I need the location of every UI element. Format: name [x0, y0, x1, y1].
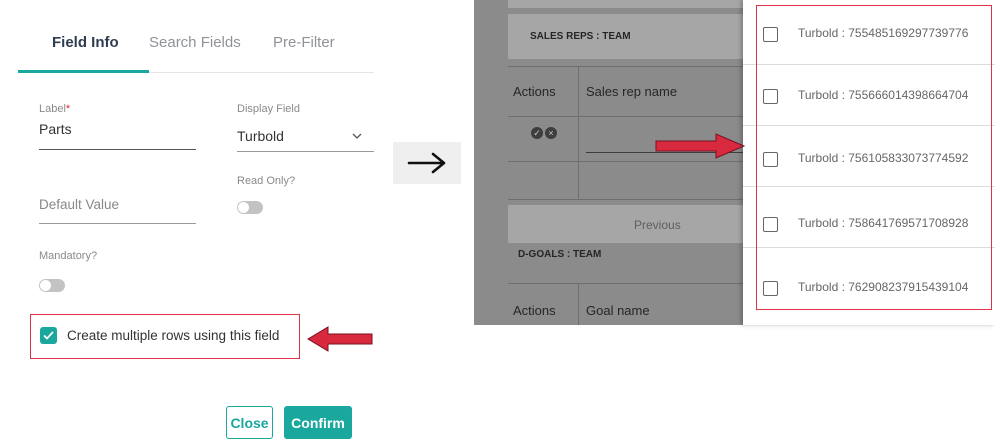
label-field-label: Label* [39, 103, 71, 115]
tab-pre-filter[interactable]: Pre-Filter [273, 34, 335, 51]
previous-button[interactable] [508, 205, 746, 243]
mandatory-toggle[interactable] [39, 279, 65, 292]
check-icon [43, 331, 54, 340]
x-circle-icon[interactable]: × [545, 127, 557, 139]
background-table: SALES REPS : TEAM Actions Sales rep name… [474, 0, 746, 325]
multi-rows-highlight: Create multiple rows using this field [30, 314, 300, 359]
previous-label: Previous [634, 218, 681, 232]
dialog-tabs: Field Info Search Fields Pre-Filter [18, 0, 374, 73]
table-top-strip [508, 0, 746, 8]
label-field-input[interactable]: Parts [39, 121, 72, 137]
divider [508, 161, 746, 162]
read-only-toggle[interactable] [237, 201, 263, 214]
red-arrow-icon [655, 133, 746, 159]
default-value-input[interactable]: Default Value [39, 197, 119, 212]
actions-header-2: Actions [513, 303, 556, 318]
divider [508, 116, 746, 117]
actions-header: Actions [513, 84, 556, 99]
display-field-underline [237, 151, 374, 152]
field-settings-dialog: Field Info Search Fields Pre-Filter Labe… [0, 0, 392, 440]
divider [508, 66, 746, 67]
section2-title: D-GOALS : TEAM [518, 249, 602, 260]
tab-field-info[interactable]: Field Info [52, 34, 119, 51]
divider [508, 199, 746, 200]
sales-rep-name-header: Sales rep name [586, 84, 678, 99]
display-field-select[interactable]: Turbold [237, 128, 284, 144]
column-divider [578, 283, 579, 325]
chevron-down-icon[interactable] [352, 131, 362, 143]
multi-rows-checkbox[interactable] [40, 327, 57, 344]
transition-arrow-box [393, 142, 461, 184]
read-only-label: Read Only? [237, 175, 296, 187]
section1-title: SALES REPS : TEAM [530, 31, 631, 42]
multi-rows-label: Create multiple rows using this field [67, 328, 280, 343]
goal-name-header: Goal name [586, 303, 650, 318]
toggle-knob [40, 280, 51, 291]
display-field-label: Display Field [237, 103, 300, 115]
close-button[interactable]: Close [226, 406, 273, 439]
divider [508, 283, 746, 284]
black-arrow-icon [407, 152, 446, 174]
label-field-underline [39, 149, 196, 150]
toggle-knob [238, 202, 249, 213]
tab-search-fields[interactable]: Search Fields [149, 34, 241, 51]
column-divider [578, 66, 579, 199]
check-circle-icon[interactable]: ✓ [531, 127, 543, 139]
mandatory-label: Mandatory? [39, 250, 98, 262]
result-screenshot: SALES REPS : TEAM Actions Sales rep name… [474, 0, 995, 325]
options-highlight [756, 5, 992, 310]
required-mark: * [65, 103, 71, 115]
confirm-button[interactable]: Confirm [284, 406, 352, 439]
red-arrow-icon [307, 326, 373, 352]
active-tab-indicator [18, 70, 149, 73]
default-value-underline [39, 223, 196, 224]
